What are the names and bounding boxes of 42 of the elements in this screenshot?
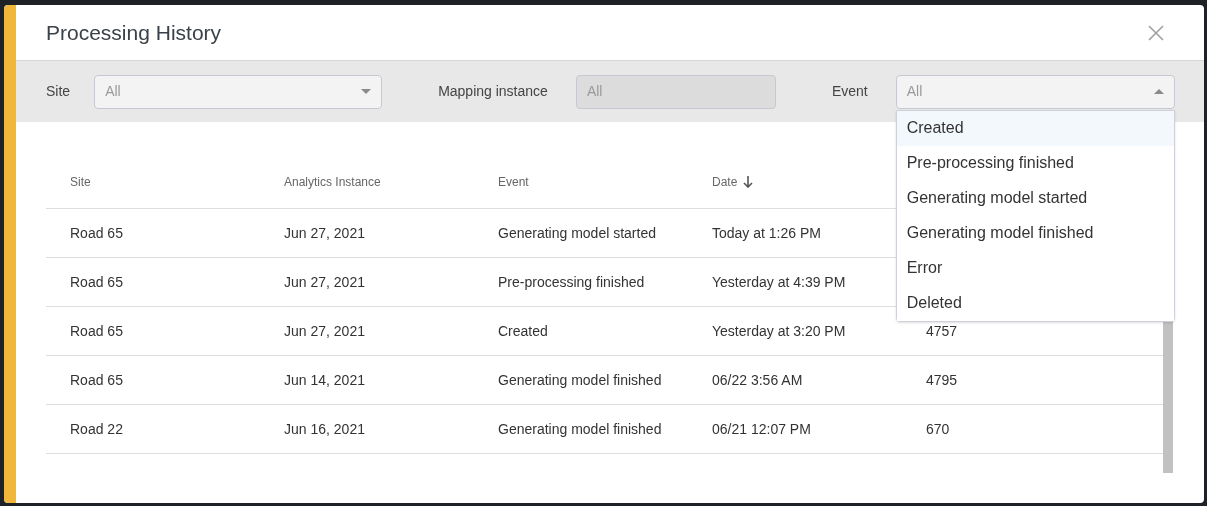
table-cell: Today at 1:26 PM bbox=[712, 225, 821, 241]
arrow-down-icon bbox=[743, 175, 754, 188]
table-cell: Jun 27, 2021 bbox=[284, 274, 365, 290]
dropdown-option[interactable]: Error bbox=[896, 250, 1174, 286]
caret-down-icon bbox=[361, 89, 372, 94]
table-cell: Jun 27, 2021 bbox=[284, 225, 365, 241]
table-cell: Road 65 bbox=[70, 372, 123, 388]
table-cell: 06/22 3:56 AM bbox=[712, 372, 803, 388]
filter-label: Mapping instance bbox=[438, 82, 548, 101]
table-cell: Road 22 bbox=[70, 421, 123, 437]
table-cell: Yesterday at 4:39 PM bbox=[712, 274, 846, 290]
table-cell: Jun 27, 2021 bbox=[284, 323, 365, 339]
dropdown-option[interactable]: Pre-processing finished bbox=[896, 145, 1174, 181]
column-header[interactable]: Site bbox=[70, 172, 91, 191]
dropdown-option[interactable]: Deleted bbox=[896, 285, 1174, 321]
table-cell: Created bbox=[498, 323, 548, 339]
dropdown-option[interactable]: Generating model started bbox=[896, 180, 1174, 216]
table-cell: Generating model started bbox=[498, 225, 656, 241]
close-icon[interactable] bbox=[1148, 24, 1164, 41]
table-cell: Road 65 bbox=[70, 274, 123, 290]
table-cell: 4757 bbox=[926, 323, 958, 339]
column-header[interactable]: Date bbox=[712, 172, 754, 191]
table-cell: Yesterday at 3:20 PM bbox=[712, 323, 846, 339]
table-cell: 4795 bbox=[926, 372, 958, 388]
table-cell: 670 bbox=[926, 421, 950, 437]
table-cell: 06/21 12:07 PM bbox=[712, 421, 811, 437]
caret-up-icon bbox=[1153, 89, 1164, 94]
table-cell: Jun 14, 2021 bbox=[284, 372, 365, 388]
table-cell: Generating model finished bbox=[498, 421, 662, 437]
column-header[interactable]: Analytics Instance bbox=[284, 172, 381, 191]
dropdown-field: All bbox=[575, 74, 776, 109]
filter-label: Event bbox=[831, 82, 868, 101]
table-cell: Road 65 bbox=[70, 323, 123, 339]
dialog-title: Processing History bbox=[46, 19, 222, 46]
table-cell: Jun 16, 2021 bbox=[284, 421, 365, 437]
table-cell: Generating model finished bbox=[498, 372, 662, 388]
column-header[interactable]: Event bbox=[498, 172, 529, 191]
dropdown-option[interactable]: Created bbox=[896, 110, 1174, 146]
dropdown-option[interactable]: Generating model finished bbox=[896, 215, 1174, 251]
table-cell: Pre-processing finished bbox=[498, 274, 645, 290]
table-cell: Road 65 bbox=[70, 225, 123, 241]
filter-label: Site bbox=[46, 82, 71, 101]
